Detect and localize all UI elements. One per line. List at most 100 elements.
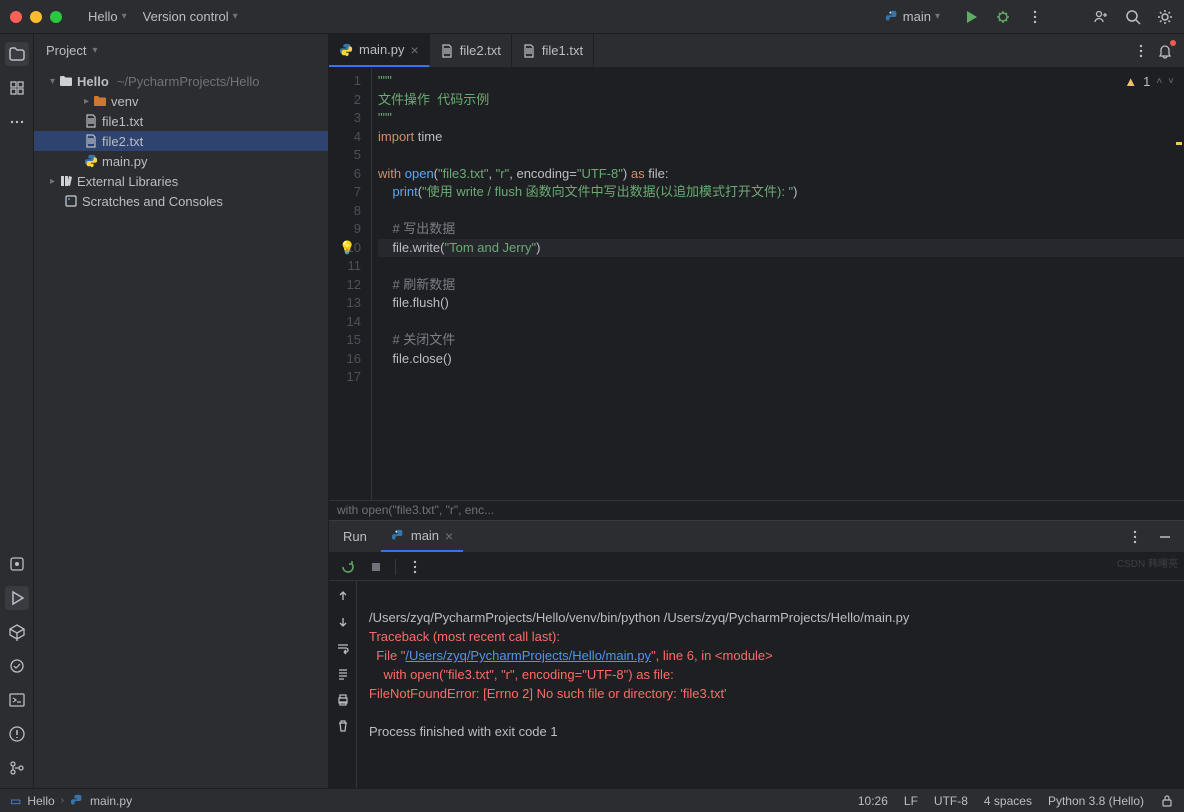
down-icon[interactable] [334,613,352,631]
services-tool-button[interactable] [5,620,29,644]
warning-mark[interactable] [1176,142,1182,145]
toolbar-more-icon[interactable] [406,558,424,576]
output-line: Traceback (most recent call last): [369,629,560,644]
code-with-me-icon[interactable] [1092,8,1110,26]
lock-icon[interactable] [1160,794,1174,808]
tree-root-path: ~/PycharmProjects/Hello [117,74,260,89]
python-icon [84,154,98,168]
search-icon[interactable] [1124,8,1142,26]
run-more-icon[interactable] [1126,528,1144,546]
python-console-button[interactable] [5,654,29,678]
module-icon: ▭ [10,794,21,808]
run-button[interactable] [962,8,980,26]
tree-root-label: Hello [77,74,109,89]
tree-item-label: file1.txt [102,114,143,129]
chevron-down-icon: ▾ [122,11,127,22]
run-panel: Run main × [329,520,1184,788]
close-window-icon[interactable] [10,11,22,23]
warning-icon: ▲ [1124,74,1137,89]
print-icon[interactable] [334,691,352,709]
breadcrumb[interactable]: with open("file3.txt", "r", enc... [329,500,1184,520]
close-icon[interactable]: × [445,528,453,544]
tree-label: Scratches and Consoles [82,194,223,209]
sb-line-sep[interactable]: LF [904,794,918,808]
sb-crumb[interactable]: Hello [27,794,54,808]
file-icon [84,134,98,148]
debug-button[interactable] [994,8,1012,26]
run-toolbar [329,553,1184,581]
statusbar: ▭ Hello › main.py 10:26 LF UTF-8 4 space… [0,788,1184,812]
terminal-tool-button[interactable] [5,688,29,712]
editor-tabs: main.py× file2.txt file1.txt [329,34,1184,68]
tree-root[interactable]: ▾ Hello ~/PycharmProjects/Hello [34,71,328,91]
project-panel-header[interactable]: Project ▾ [34,34,328,67]
editor-body[interactable]: 1234567891011121314151617 """文件操作 代码示例""… [329,68,1184,500]
sb-position[interactable]: 10:26 [858,794,888,808]
trash-icon[interactable] [334,717,352,735]
file-icon [84,114,98,128]
vcs-menu[interactable]: Version control ▾ [135,5,246,28]
vcs-tool-button[interactable] [5,756,29,780]
python-packages-button[interactable] [5,552,29,576]
close-icon[interactable]: × [411,42,419,58]
sb-interpreter[interactable]: Python 3.8 (Hello) [1048,794,1144,808]
tree-item[interactable]: ▸venv [34,91,328,111]
run-output[interactable]: /Users/zyq/PycharmProjects/Hello/venv/bi… [357,581,1184,788]
tree-item[interactable]: file1.txt [34,111,328,131]
project-panel-title: Project [46,43,86,58]
stop-button[interactable] [367,558,385,576]
tree-scratches[interactable]: Scratches and Consoles [34,191,328,211]
project-tool-button[interactable] [5,42,29,66]
notifications-icon[interactable] [1156,42,1174,60]
settings-icon[interactable] [1156,8,1174,26]
run-tool-button[interactable] [5,586,29,610]
titlebar: Hello ▾ Version control ▾ main ▾ [0,0,1184,34]
zoom-window-icon[interactable] [50,11,62,23]
project-tree: ▾ Hello ~/PycharmProjects/Hello ▸venv fil… [34,67,328,215]
chevron-right-icon: › [61,795,64,806]
tree-external-libs[interactable]: ▸ External Libraries [34,171,328,191]
folder-icon [93,94,107,108]
project-menu[interactable]: Hello ▾ [80,5,135,28]
tree-label: External Libraries [77,174,178,189]
file-link[interactable]: /Users/zyq/PycharmProjects/Hello/main.py [405,648,651,663]
minimize-window-icon[interactable] [30,11,42,23]
tree-item[interactable]: file2.txt [34,131,328,151]
run-config-tab-label: main [411,528,439,543]
gutter: 1234567891011121314151617 [329,68,371,500]
run-config-selector[interactable]: main ▾ [877,5,948,28]
tab-label: file1.txt [542,43,583,58]
scroll-to-end-icon[interactable] [334,665,352,683]
chevron-down-icon: ▾ [92,45,97,56]
tree-item[interactable]: main.py [34,151,328,171]
editor-tab[interactable]: file1.txt [512,34,594,67]
structure-tool-button[interactable] [5,76,29,100]
sb-encoding[interactable]: UTF-8 [934,794,968,808]
inspections-widget[interactable]: ▲ 1 ˄ ˅ [1124,74,1174,89]
tabs-more-icon[interactable] [1132,42,1150,60]
editor-tab[interactable]: file2.txt [430,34,512,67]
rerun-button[interactable] [339,558,357,576]
code[interactable]: """文件操作 代码示例"""import time with open("fi… [371,68,1184,500]
run-config-tab[interactable]: main × [381,521,463,552]
output-line: FileNotFoundError: [Errno 2] No such fil… [369,686,727,701]
more-actions-icon[interactable] [1026,8,1044,26]
error-stripe[interactable] [1174,68,1184,500]
intention-bulb-icon[interactable]: 💡 [339,240,355,256]
sb-indent[interactable]: 4 spaces [984,794,1032,808]
up-icon[interactable] [334,587,352,605]
more-tools-icon[interactable] [5,110,29,134]
tree-item-label: main.py [102,154,148,169]
tab-label: file2.txt [460,43,501,58]
chevron-down-icon: ▾ [233,11,238,22]
sb-crumb[interactable]: main.py [90,794,132,808]
soft-wrap-icon[interactable] [334,639,352,657]
chevron-down-icon: ▾ [935,11,940,22]
chevron-up-icon[interactable]: ˄ [1156,76,1162,87]
editor-tab[interactable]: main.py× [329,34,430,67]
hide-panel-icon[interactable] [1156,528,1174,546]
problems-tool-button[interactable] [5,722,29,746]
chevron-right-icon: ▸ [50,176,55,187]
run-side-toolbar [329,581,357,788]
folder-icon [59,74,73,88]
